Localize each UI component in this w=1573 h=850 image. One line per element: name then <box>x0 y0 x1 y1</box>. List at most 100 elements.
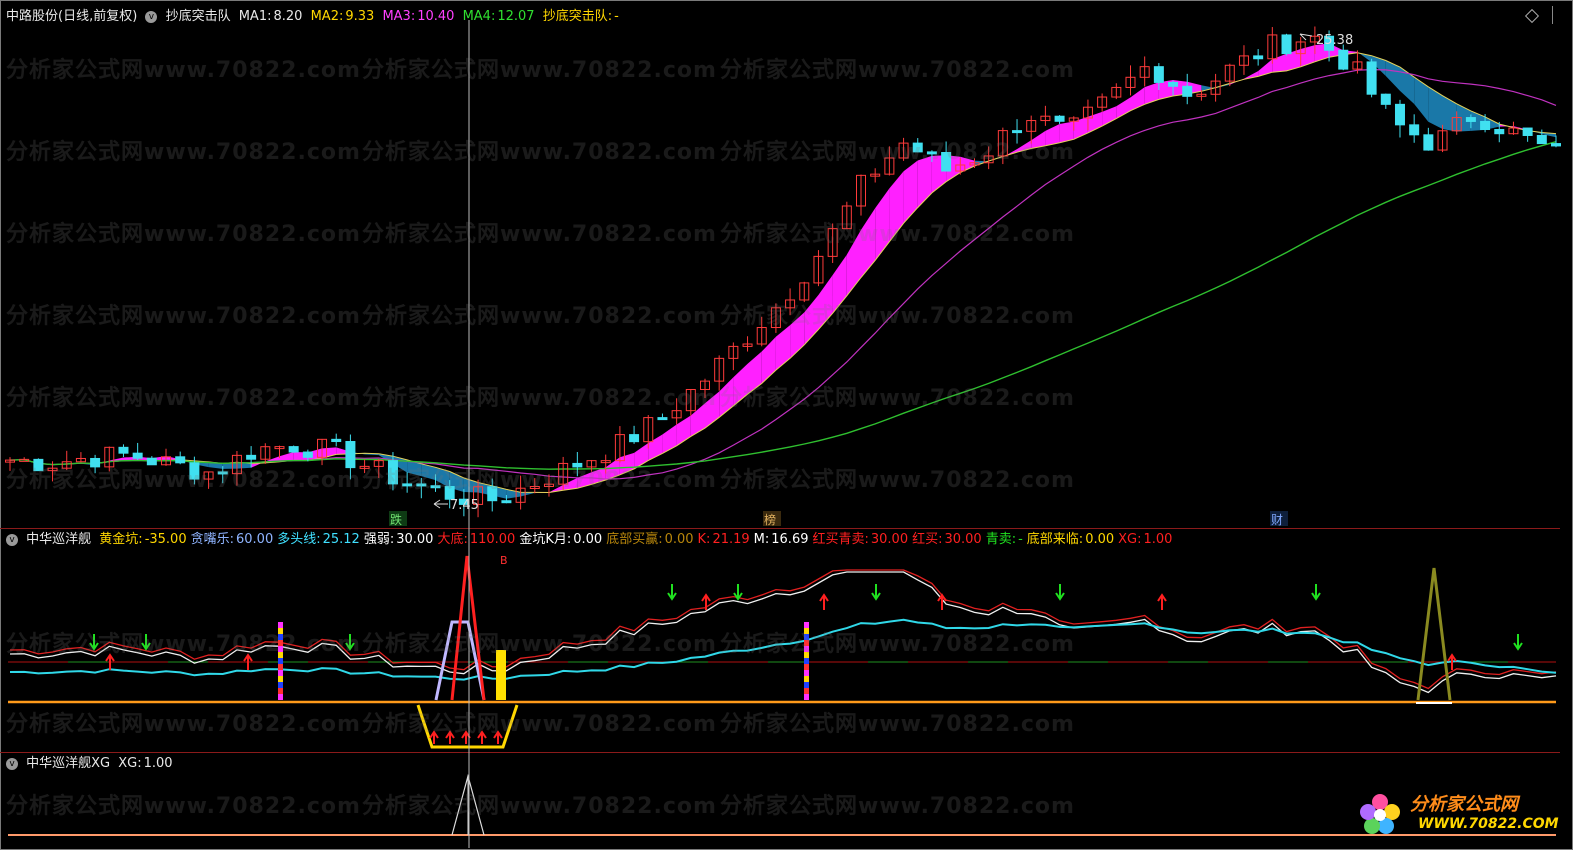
golden-pit-trapezoid <box>416 704 519 749</box>
candle-body <box>912 142 923 153</box>
bottom-signal-stripe <box>278 694 283 700</box>
high-price-marker: 25.38 <box>1316 33 1353 48</box>
tag-3: 财 <box>1270 511 1288 527</box>
green-down-arrow-icon <box>89 634 99 651</box>
trend-band-segment <box>1116 97 1131 119</box>
trend-band-segment <box>1385 60 1400 91</box>
candle-body <box>1281 34 1292 55</box>
candle-body <box>331 438 342 443</box>
candle-body <box>1380 93 1391 105</box>
bottom-signal-stripe <box>278 676 283 682</box>
brand-logo: 分析家公式网 WWW.70822.COM <box>1354 786 1559 844</box>
bottom-signal-stripe <box>278 640 283 646</box>
trend-band-segment <box>889 171 904 242</box>
trend-band-segment <box>861 208 876 278</box>
bottom-signal-stripe <box>804 694 809 700</box>
trend-band-segment <box>1428 86 1443 129</box>
buy-arrow-icon <box>477 730 487 744</box>
logo-name: 分析家公式网 <box>1410 794 1518 815</box>
candle-body <box>189 462 200 480</box>
bottom-signal-stripe <box>804 628 809 634</box>
bottom-signal-stripe <box>278 682 283 688</box>
candle-body <box>246 454 257 460</box>
sub-panel <box>8 555 1557 749</box>
ma-line-green <box>9 141 1557 470</box>
bottom-signal-stripe <box>278 670 283 676</box>
red-up-arrow-icon <box>1157 593 1167 610</box>
bottom-signal-stripe <box>804 676 809 682</box>
candle-body <box>1423 134 1434 151</box>
candle-body <box>572 462 583 468</box>
candle-body <box>288 446 299 453</box>
candle-body <box>1551 143 1561 147</box>
candle-body <box>926 151 937 155</box>
bottom-signal-stripe <box>804 682 809 688</box>
green-down-arrow-icon <box>667 584 677 601</box>
bottom-signal-stripe <box>804 664 809 670</box>
bottom-signal-stripe <box>804 646 809 652</box>
candle-body <box>629 434 640 443</box>
bottom-signal-stripe <box>278 652 283 658</box>
candle-body <box>402 483 413 487</box>
svg-text:跌: 跌 <box>390 512 402 527</box>
bottom-signal-stripe <box>804 658 809 664</box>
svg-text:榜: 榜 <box>764 512 776 527</box>
yellow-signal-bar <box>496 650 506 700</box>
stock-chart: 25.38 7.45 跌 榜 财 B <box>5 20 1561 848</box>
candle-body <box>1494 129 1505 135</box>
main-panel <box>5 26 1561 518</box>
bottom-signal-stripe <box>804 634 809 640</box>
bottom-signal-stripe <box>278 628 283 634</box>
green-down-arrow-icon <box>345 634 355 651</box>
trend-band-segment <box>1272 53 1287 73</box>
candle-body <box>1153 66 1164 83</box>
trend-band-segment <box>1045 124 1060 146</box>
trend-band-segment <box>1442 95 1457 132</box>
olive-spike <box>1416 567 1452 701</box>
bottom-signal-stripe <box>278 688 283 694</box>
trend-band-segment <box>1414 77 1429 122</box>
logo-url: WWW.70822.COM <box>1418 816 1559 832</box>
candle-body <box>175 456 186 464</box>
candle-body <box>941 152 952 172</box>
bottom-signal-stripe <box>804 688 809 694</box>
candle-body <box>487 486 498 502</box>
candle-body <box>302 451 313 458</box>
oscillator-cyan <box>9 618 1557 681</box>
green-down-arrow-icon <box>141 634 151 651</box>
candle-body <box>33 458 44 472</box>
candle-body <box>118 446 129 454</box>
flower-logo-icon <box>1360 794 1400 834</box>
bottom-signal-stripe <box>278 658 283 664</box>
trend-band-segment <box>1102 106 1117 127</box>
candle-body <box>416 483 427 487</box>
svg-text:财: 财 <box>1271 513 1283 527</box>
bottom-signal-stripe <box>804 622 809 628</box>
candle-body <box>1536 134 1547 145</box>
low-arrow-icon <box>433 499 448 509</box>
buy-arrow-icon <box>493 730 503 744</box>
bottom-signal-stripe <box>278 646 283 652</box>
candle-body <box>1465 117 1476 122</box>
candle-body <box>90 457 101 468</box>
candle-body <box>1480 120 1491 131</box>
green-down-arrow-icon <box>871 584 881 601</box>
trend-band-segment <box>1144 82 1159 105</box>
candle-body <box>430 485 441 489</box>
trend-band-segment <box>1300 45 1315 67</box>
tag-2: 榜 <box>763 511 781 527</box>
candle-body <box>1338 49 1349 70</box>
trend-band-segment <box>421 463 436 481</box>
buy-marker: B <box>500 554 508 567</box>
trend-band-segment <box>747 351 762 395</box>
bottom-signal-stripe <box>278 622 283 628</box>
buy-arrow-icon <box>445 730 455 744</box>
candle-body <box>345 441 356 469</box>
ma-line-yellow <box>9 52 1557 494</box>
bottom-signal-stripe <box>804 670 809 676</box>
trend-band-segment <box>875 188 890 261</box>
candle-body <box>1522 127 1533 136</box>
bottom-signal-stripe <box>278 664 283 670</box>
candle-body <box>501 500 512 504</box>
candle-body <box>657 417 668 421</box>
